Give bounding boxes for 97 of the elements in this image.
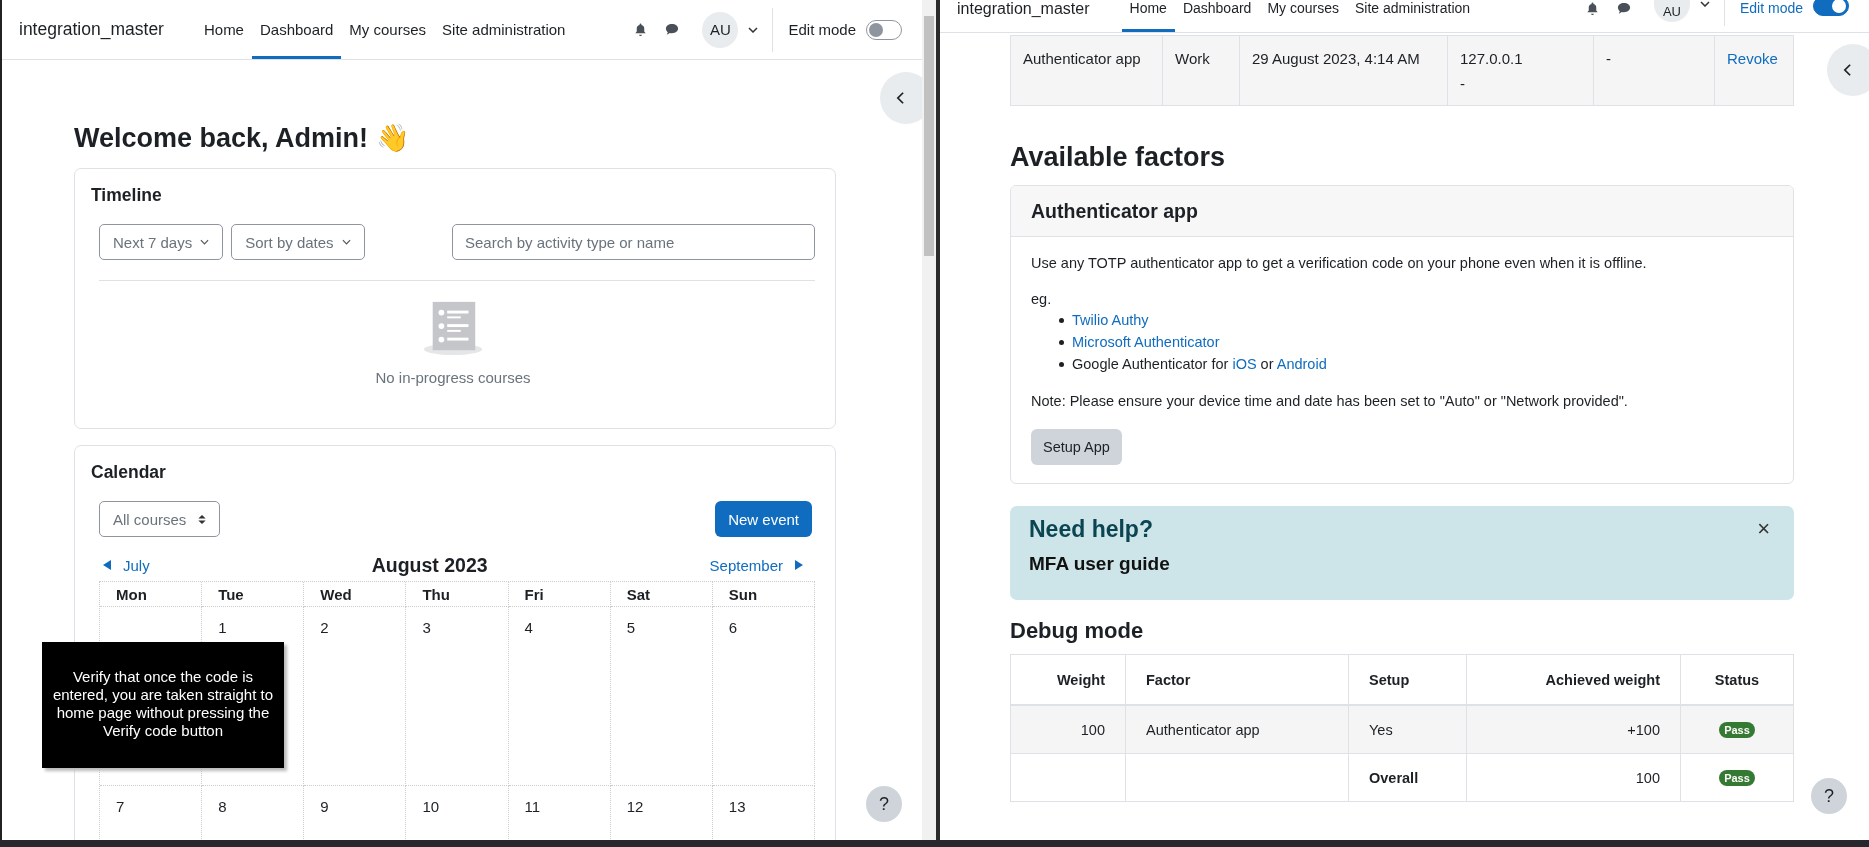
weekday-header: Wed — [320, 586, 352, 603]
user-avatar[interactable]: AU — [702, 11, 739, 48]
caret-icon[interactable] — [1699, 1, 1710, 7]
nav-tab[interactable]: Home — [1121, 0, 1175, 32]
table-cell: Overall — [1348, 753, 1467, 802]
examples-label: eg. — [1031, 291, 1053, 307]
previous-month-link[interactable]: July — [99, 556, 154, 574]
card-title: Calendar — [91, 462, 167, 483]
filter-dropdown[interactable]: Next 7 days — [99, 224, 224, 260]
chevron-left-icon — [1842, 63, 1852, 77]
note-text: Note: Please ensure your device time and date has been set to "Auto" or "Network provided". — [1031, 393, 1629, 409]
new-event-button[interactable]: New event — [715, 501, 812, 537]
triangle-left-icon — [103, 560, 111, 570]
weekday-header: Sun — [728, 586, 758, 603]
scrollbar[interactable] — [922, 0, 936, 840]
nav-tab[interactable]: Home — [195, 0, 252, 59]
day-number: 12 — [626, 798, 644, 815]
factor-card: Authenticator app Use any TOTP authenticator app to get a verification code on your phone even when it is offline. eg. Twilio Authy Microsoft Authenticator Google Authenticator for iOS or Android Note: Please ensure your device time and date has been set to "Auto" or "Network provided". Setup App — [1010, 185, 1794, 484]
help-button[interactable]: ? — [1811, 778, 1847, 814]
weekday-header: Thu — [422, 586, 450, 603]
nav-tab[interactable]: Site administration — [1346, 0, 1479, 32]
sort-icon — [198, 513, 207, 525]
day-number: 11 — [524, 798, 541, 815]
table-cell: 127.0.0.1 - — [1448, 36, 1594, 105]
section-heading: Available factors — [1010, 142, 1227, 173]
bullet-icon — [1059, 317, 1064, 323]
table-cell: +100 — [1466, 705, 1681, 754]
chat-icon[interactable] — [1615, 1, 1632, 16]
app-link[interactable]: Twilio Authy — [1072, 312, 1149, 328]
drawer-toggle[interactable] — [1827, 44, 1869, 96]
table-cell: 100 — [1010, 705, 1126, 754]
tooltip: Verify that once the code is entered, you are taken straight to home page without pressing the Verify code button — [42, 642, 284, 768]
chat-icon[interactable] — [664, 22, 681, 37]
help-button[interactable]: ? — [866, 786, 902, 822]
nav-tab[interactable]: My courses — [341, 0, 435, 59]
table-cell: 29 August 2023, 4:14 AM — [1240, 36, 1448, 105]
day-number: 3 — [422, 619, 431, 636]
table-cell: - — [1594, 36, 1715, 105]
app-link[interactable]: Microsoft Authenticator — [1072, 334, 1220, 350]
day-number: 1 — [218, 619, 227, 636]
month-title: August 2023 — [371, 553, 488, 577]
drawer-toggle[interactable] — [880, 72, 922, 124]
day-number: 6 — [728, 619, 738, 636]
table-cell: Authenticator app — [1125, 705, 1349, 754]
nav-tab[interactable]: Dashboard — [251, 0, 342, 59]
close-button[interactable]: × — [1753, 516, 1774, 542]
bullet-icon — [1059, 361, 1064, 367]
day-number: 2 — [320, 619, 329, 636]
section-heading: Debug mode — [1010, 618, 1145, 644]
edit-mode-label: Edit mode — [1739, 0, 1803, 16]
weekday-header: Mon — [116, 586, 147, 603]
course-select[interactable]: All courses — [99, 501, 221, 537]
status-badge: Pass — [1719, 770, 1755, 786]
edit-mode-toggle[interactable] — [866, 19, 902, 40]
user-guide-link[interactable]: MFA user guide — [1029, 553, 1170, 574]
bullet-icon — [1059, 339, 1064, 345]
day-number: 4 — [524, 619, 533, 636]
user-avatar[interactable]: AU — [1653, 0, 1690, 22]
nav-tab[interactable]: Dashboard — [1174, 0, 1260, 32]
app-link[interactable]: iOS — [1232, 356, 1257, 372]
chevron-left-icon — [895, 91, 905, 105]
day-number: 9 — [320, 798, 329, 815]
nav-tab[interactable]: My courses — [1259, 0, 1347, 32]
caret-icon[interactable] — [748, 26, 759, 33]
day-number: 10 — [422, 798, 440, 815]
next-month-link[interactable]: September — [705, 556, 807, 574]
search-field[interactable]: Search by activity type or name — [452, 224, 815, 260]
caret-icon — [200, 239, 210, 245]
status-badge: Pass — [1719, 722, 1755, 738]
day-number: 13 — [728, 798, 746, 815]
site-brand[interactable]: integration_master — [957, 0, 1090, 17]
app-link[interactable]: Android — [1276, 356, 1327, 372]
filter-dropdown[interactable]: Sort by dates — [231, 224, 365, 260]
weekday-header: Fri — [524, 586, 544, 603]
site-brand[interactable]: integration_master — [19, 19, 164, 40]
caret-icon — [341, 239, 351, 245]
day-number: 7 — [116, 798, 125, 815]
table-cell: Work — [1163, 36, 1240, 105]
table-cell: 100 — [1466, 753, 1681, 802]
table-cell: Yes — [1348, 705, 1467, 754]
setup-app-button[interactable]: Setup App — [1031, 429, 1122, 465]
edit-mode-toggle[interactable] — [1813, 0, 1849, 16]
empty-message: No in-progress courses — [374, 369, 532, 386]
table-cell: Authenticator app — [1011, 36, 1163, 105]
card-title: Authenticator app — [1031, 199, 1198, 223]
weekday-header: Tue — [218, 586, 244, 603]
alert-title: Need help? — [1029, 516, 1154, 543]
edit-mode-label: Edit mode — [788, 21, 856, 38]
factor-description: Use any TOTP authenticator app to get a verification code on your phone even when it is offline. — [1031, 255, 1648, 271]
day-number: 8 — [218, 798, 227, 815]
card-title: Timeline — [91, 185, 163, 206]
revoke-link[interactable]: Revoke — [1727, 50, 1781, 67]
weekday-header: Sat — [626, 586, 651, 603]
day-number: 5 — [626, 619, 636, 636]
nav-tab[interactable]: Site administration — [434, 0, 574, 59]
triangle-right-icon — [795, 560, 803, 570]
page-heading: Welcome back, Admin! 👋 — [74, 122, 411, 154]
